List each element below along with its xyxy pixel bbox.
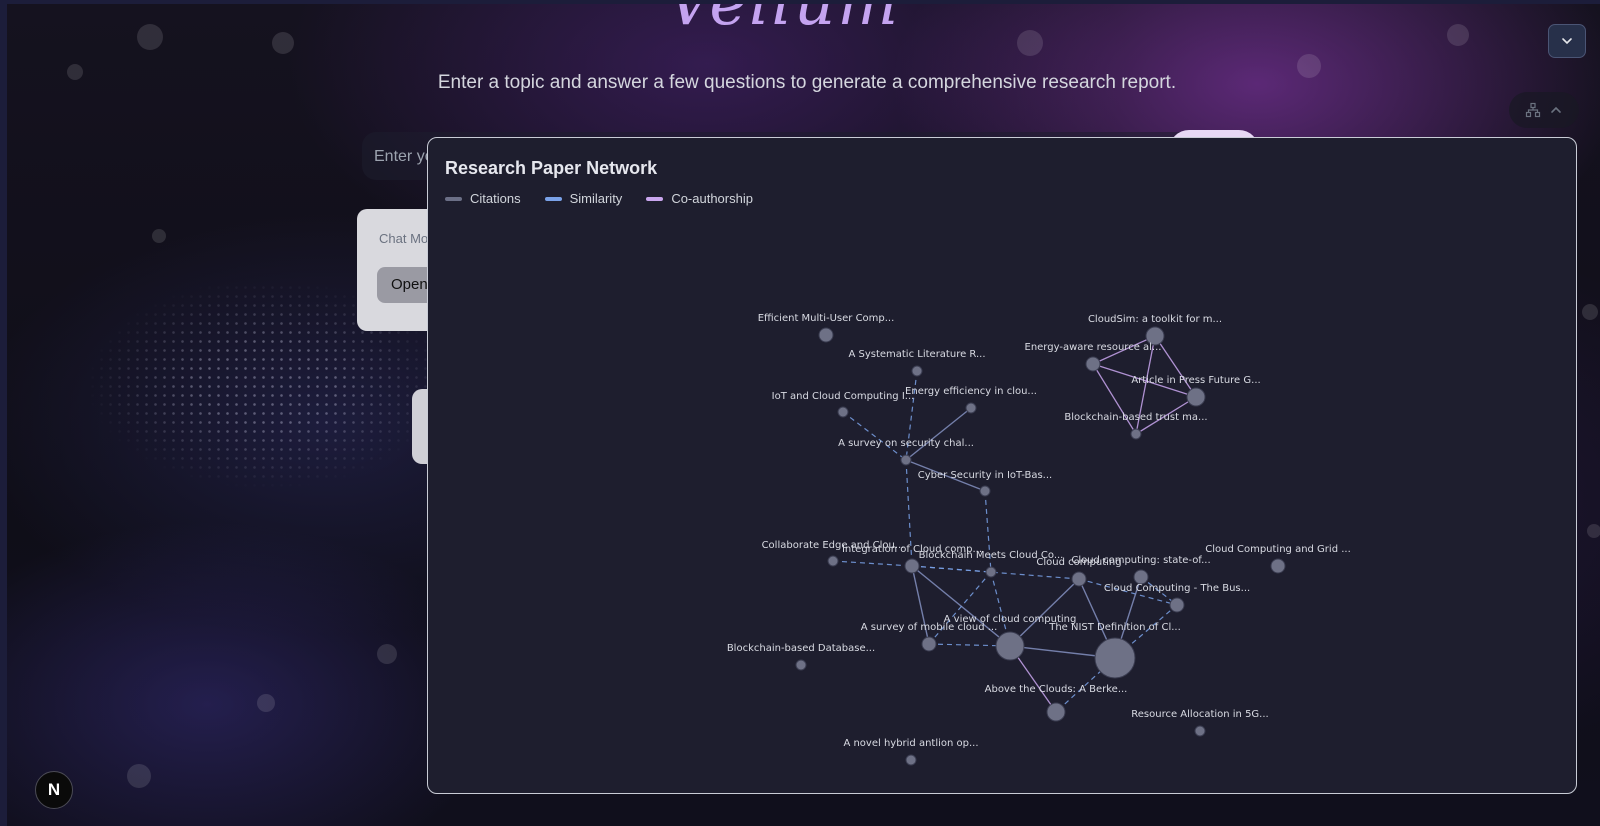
node-label: Blockchain-based Database... xyxy=(727,643,875,654)
page-subtitle: Enter a topic and answer a few questions… xyxy=(437,72,1177,93)
graph-node[interactable]: Above the Clouds: A Berke... xyxy=(985,684,1128,722)
node-circle[interactable] xyxy=(905,754,917,766)
node-circle[interactable] xyxy=(979,485,991,497)
chevron-down-icon xyxy=(1562,38,1572,45)
node-circle[interactable] xyxy=(1186,387,1206,407)
bokeh-light xyxy=(1582,304,1598,320)
graph-node[interactable]: A survey of mobile cloud ... xyxy=(861,622,998,652)
app-logo: Vellum xyxy=(667,0,901,40)
bokeh-light xyxy=(257,694,275,712)
graph-node[interactable]: IoT and Cloud Computing I... xyxy=(772,391,915,418)
node-label: Cyber Security in IoT-Bas... xyxy=(918,470,1052,481)
node-label: Cloud Computing and Grid ... xyxy=(1205,544,1351,555)
node-circle[interactable] xyxy=(1085,356,1101,372)
graph-node[interactable]: A survey on security chal... xyxy=(838,438,974,466)
node-label: Energy-aware resource al... xyxy=(1025,342,1162,353)
network-toggle-button[interactable] xyxy=(1509,92,1579,128)
node-circle[interactable] xyxy=(818,327,834,343)
node-circle[interactable] xyxy=(965,402,977,414)
node-circle[interactable] xyxy=(1194,725,1206,737)
graph-node[interactable]: Energy-aware resource al... xyxy=(1025,342,1162,372)
chevron-up-icon xyxy=(1551,106,1561,113)
node-circle[interactable] xyxy=(1130,428,1142,440)
node-label: Above the Clouds: A Berke... xyxy=(985,684,1128,695)
node-circle[interactable] xyxy=(985,566,997,578)
graph-node[interactable]: A Systematic Literature R... xyxy=(848,349,986,377)
node-label: Article in Press Future G... xyxy=(1131,375,1260,386)
edge-citations xyxy=(905,407,972,461)
node-circle[interactable] xyxy=(837,406,849,418)
node-label: IoT and Cloud Computing I... xyxy=(772,391,915,402)
graph-node[interactable]: Cloud Computing - The Bus... xyxy=(1104,583,1250,613)
node-label: Efficient Multi-User Comp... xyxy=(758,313,895,324)
bokeh-light xyxy=(137,24,163,50)
framework-badge[interactable]: N xyxy=(35,771,73,809)
bokeh-light xyxy=(152,229,166,243)
graph-node[interactable]: Efficient Multi-User Comp... xyxy=(758,313,895,343)
edge-coauthorship xyxy=(1092,363,1137,435)
edge-similarity xyxy=(832,560,913,567)
node-circle[interactable] xyxy=(1169,597,1185,613)
node-circle[interactable] xyxy=(1270,558,1286,574)
node-circle[interactable] xyxy=(900,454,912,466)
collapse-button[interactable] xyxy=(1548,24,1586,58)
app-background: Vellum Enter a topic and answer a few qu… xyxy=(0,0,1600,826)
node-label: The NIST Definition of Cl... xyxy=(1048,622,1181,633)
node-label: A Systematic Literature R... xyxy=(848,349,985,360)
node-circle[interactable] xyxy=(795,659,807,671)
network-panel: Research Paper Network Citations Similar… xyxy=(427,137,1577,794)
graph-node[interactable]: CloudSim: a toolkit for m... xyxy=(1088,314,1222,346)
graph-node[interactable]: Cloud Computing and Grid ... xyxy=(1205,544,1351,574)
node-circle[interactable] xyxy=(904,558,920,574)
bokeh-light xyxy=(127,764,151,788)
network-icon xyxy=(1525,102,1541,118)
graph-node[interactable]: The NIST Definition of Cl... xyxy=(1048,622,1181,679)
graph-node[interactable]: Blockchain-based trust ma... xyxy=(1064,412,1208,440)
node-label: CloudSim: a toolkit for m... xyxy=(1088,314,1222,325)
graph-node[interactable]: Blockchain-based Database... xyxy=(727,643,875,671)
bokeh-light xyxy=(1587,524,1600,538)
node-label: Energy efficiency in clou... xyxy=(905,386,1037,397)
node-circle[interactable] xyxy=(1094,637,1136,679)
node-circle[interactable] xyxy=(1071,571,1087,587)
node-label: Blockchain-based trust ma... xyxy=(1064,412,1207,423)
network-graph[interactable]: Efficient Multi-User Comp... A Systematic… xyxy=(428,138,1577,794)
node-label: A novel hybrid antlion op... xyxy=(843,738,978,749)
graph-node[interactable]: Cyber Security in IoT-Bas... xyxy=(918,470,1052,497)
bokeh-light xyxy=(272,32,294,54)
bokeh-light xyxy=(1447,24,1469,46)
graph-node[interactable]: Article in Press Future G... xyxy=(1131,375,1261,407)
edge-similarity xyxy=(928,571,992,645)
edge-similarity xyxy=(842,411,907,461)
node-circle[interactable] xyxy=(911,365,923,377)
node-circle[interactable] xyxy=(1133,569,1149,585)
graph-node[interactable]: Resource Allocation in 5G... xyxy=(1131,709,1269,737)
graph-node[interactable]: Cloud computing: state-of... xyxy=(1071,555,1211,585)
chat-model-label: Chat Mo xyxy=(379,231,429,246)
node-label: A survey on security chal... xyxy=(838,438,974,449)
node-label: Cloud Computing - The Bus... xyxy=(1104,583,1250,594)
node-circle[interactable] xyxy=(995,631,1025,661)
node-layer: Efficient Multi-User Comp... A Systematic… xyxy=(727,313,1351,766)
graph-node[interactable]: A view of cloud computing xyxy=(944,614,1077,661)
node-circle[interactable] xyxy=(1046,702,1066,722)
node-circle[interactable] xyxy=(827,555,839,567)
node-label: Resource Allocation in 5G... xyxy=(1131,709,1268,720)
node-label: Cloud computing: state-of... xyxy=(1071,555,1210,566)
bokeh-light xyxy=(1017,30,1043,56)
node-circle[interactable] xyxy=(921,636,937,652)
graph-node[interactable]: Energy efficiency in clou... xyxy=(905,386,1037,414)
graph-node[interactable]: A novel hybrid antlion op... xyxy=(843,738,979,766)
bokeh-light xyxy=(377,644,397,664)
